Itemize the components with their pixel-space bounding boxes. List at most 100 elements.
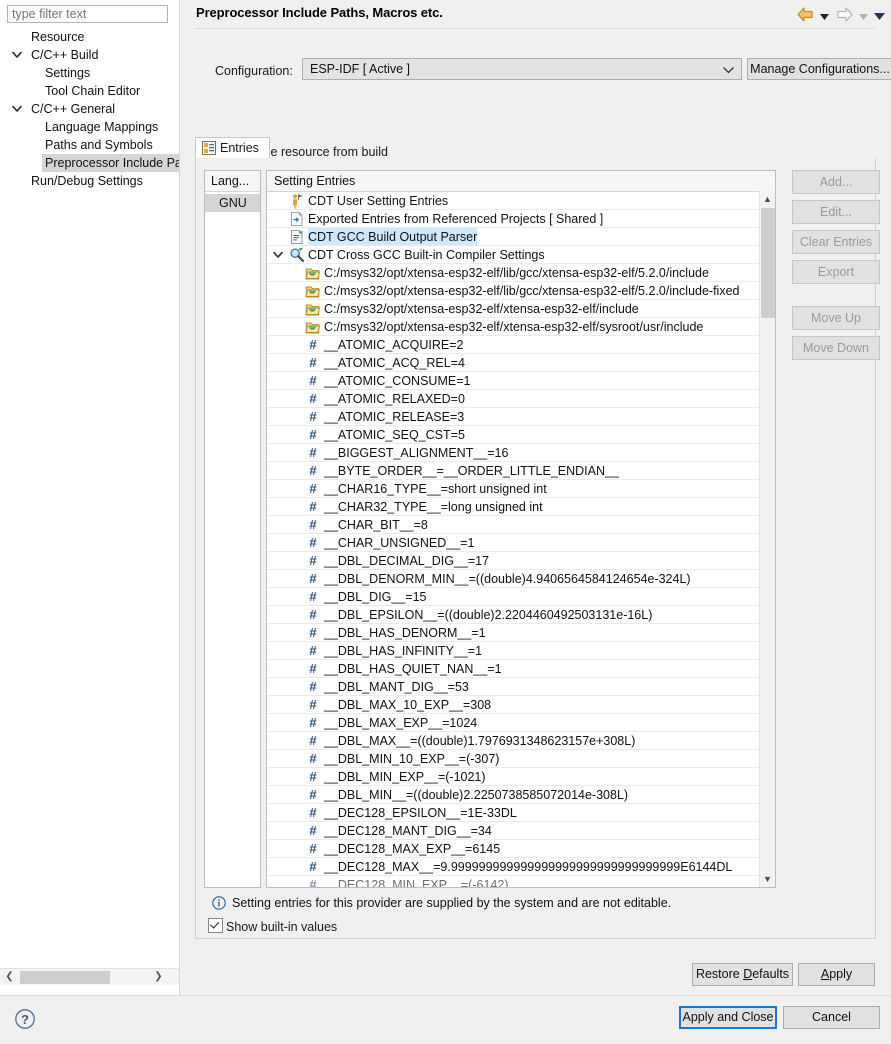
entry-row[interactable]: # __DBL_DENORM_MIN__=((double)4.940656458… xyxy=(267,570,775,588)
restore-defaults-button[interactable]: Restore Defaults xyxy=(692,963,793,986)
macro-icon: # xyxy=(309,535,317,550)
entry-row[interactable]: # __CHAR16_TYPE__=short unsigned int xyxy=(267,480,775,498)
sidebar-item-run-debug-settings[interactable]: Run/Debug Settings xyxy=(0,172,179,190)
tab-entries[interactable]: Entries xyxy=(195,137,270,159)
scroll-down-icon[interactable]: ▼ xyxy=(760,871,775,887)
entry-row[interactable]: # __DBL_MAX_10_EXP__=308 xyxy=(267,696,775,714)
sidebar-item-paths-and-symbols[interactable]: Paths and Symbols xyxy=(0,136,179,154)
help-icon[interactable]: ? xyxy=(14,1008,36,1033)
entry-row[interactable]: # __ATOMIC_RELAXED=0 xyxy=(267,390,775,408)
entry-row[interactable]: # __BIGGEST_ALIGNMENT__=16 xyxy=(267,444,775,462)
exported-entries-icon xyxy=(289,211,305,227)
entry-row[interactable]: # __DBL_MIN_EXP__=(-1021) xyxy=(267,768,775,786)
manage-configurations-button[interactable]: Manage Configurations... xyxy=(747,58,891,80)
forward-arrow-icon xyxy=(836,7,853,25)
macro-icon: # xyxy=(309,877,317,888)
entry-label: __CHAR_UNSIGNED__=1 xyxy=(324,536,475,550)
sidebar-item-preprocessor-include-pat[interactable]: Preprocessor Include Pat xyxy=(0,154,179,172)
entry-row[interactable]: # __DBL_HAS_DENORM__=1 xyxy=(267,624,775,642)
entry-row[interactable]: # __ATOMIC_RELEASE=3 xyxy=(267,408,775,426)
configuration-select[interactable]: ESP-IDF [ Active ] xyxy=(302,58,742,80)
sidebar-item-c-c-general[interactable]: C/C++ General xyxy=(0,100,179,118)
entry-row[interactable]: # __CHAR_UNSIGNED__=1 xyxy=(267,534,775,552)
entry-row[interactable]: C:/msys32/opt/xtensa-esp32-elf/xtensa-es… xyxy=(267,300,775,318)
macro-icon: # xyxy=(309,769,317,784)
entry-row[interactable]: # __DEC128_MAX_EXP__=6145 xyxy=(267,840,775,858)
entry-row[interactable]: Exported Entries from Referenced Project… xyxy=(267,210,775,228)
apply-button[interactable]: Apply xyxy=(798,963,875,986)
scroll-right-icon[interactable]: ❯ xyxy=(150,969,167,985)
entry-row[interactable]: CDT Cross GCC Built-in Compiler Settings xyxy=(267,246,775,264)
entry-label: __DBL_MAX_10_EXP__=308 xyxy=(324,698,492,712)
apply-post: pply xyxy=(829,967,853,981)
chevron-down-icon[interactable] xyxy=(273,246,285,263)
sidebar-item-c-c-build[interactable]: C/C++ Build xyxy=(0,46,179,64)
entry-row[interactable]: # __CHAR_BIT__=8 xyxy=(267,516,775,534)
include-folder-icon xyxy=(305,265,321,281)
entry-row[interactable]: # __DBL_MIN__=((double)2.2250738585072014… xyxy=(267,786,775,804)
entry-label: __CHAR32_TYPE__=long unsigned int xyxy=(324,500,543,514)
entry-row[interactable]: # __DBL_HAS_QUIET_NAN__=1 xyxy=(267,660,775,678)
entry-row[interactable]: # __ATOMIC_ACQUIRE=2 xyxy=(267,336,775,354)
back-history-chevron-down-icon[interactable] xyxy=(818,9,831,23)
entry-row[interactable]: # __DEC128_MANT_DIG__=34 xyxy=(267,822,775,840)
entry-row[interactable]: C:/msys32/opt/xtensa-esp32-elf/lib/gcc/x… xyxy=(267,264,775,282)
entry-row[interactable]: # __DBL_MIN_10_EXP__=(-307) xyxy=(267,750,775,768)
entry-row[interactable]: # __ATOMIC_CONSUME=1 xyxy=(267,372,775,390)
view-menu-chevron-down-icon[interactable] xyxy=(873,9,886,23)
entry-row[interactable]: # __DEC128_MIN_EXP__=(-6142) xyxy=(267,876,775,888)
entry-row[interactable]: # __ATOMIC_ACQ_REL=4 xyxy=(267,354,775,372)
entry-label: __ATOMIC_RELEASE=3 xyxy=(324,410,465,424)
checkbox-box[interactable] xyxy=(208,918,223,933)
show-builtin-values-checkbox[interactable]: Show built-in values xyxy=(208,918,337,934)
sidebar-item-label: C/C++ Build xyxy=(31,48,99,62)
cancel-button[interactable]: Cancel xyxy=(783,1006,880,1029)
entry-row[interactable]: # __DBL_HAS_INFINITY__=1 xyxy=(267,642,775,660)
sidebar-item-resource[interactable]: Resource xyxy=(0,28,179,46)
entry-row[interactable]: C:/msys32/opt/xtensa-esp32-elf/xtensa-es… xyxy=(267,318,775,336)
entry-row[interactable]: # __DBL_DIG__=15 xyxy=(267,588,775,606)
apply-and-close-button[interactable]: Apply and Close xyxy=(679,1006,777,1029)
entry-row[interactable]: # __DEC128_MAX__=9.9999999999999999999999… xyxy=(267,858,775,876)
scrollbar-thumb[interactable] xyxy=(761,208,775,318)
entry-label: __DBL_MIN_10_EXP__=(-307) xyxy=(324,752,500,766)
entry-row[interactable]: # __DBL_MANT_DIG__=53 xyxy=(267,678,775,696)
sidebar-horizontal-scrollbar[interactable]: ❮ ❯ xyxy=(0,968,179,985)
sidebar-item-label: Preprocessor Include Pat xyxy=(42,154,179,172)
entry-row[interactable]: # __DBL_MAX_EXP__=1024 xyxy=(267,714,775,732)
sidebar-item-tool-chain-editor[interactable]: Tool Chain Editor xyxy=(0,82,179,100)
dialog-footer: ? Apply and Close Cancel xyxy=(0,996,891,1044)
chevron-down-icon[interactable] xyxy=(12,100,24,118)
macro-icon: # xyxy=(309,679,317,694)
entry-row[interactable]: # __ATOMIC_SEQ_CST=5 xyxy=(267,426,775,444)
entry-row[interactable]: # __CHAR32_TYPE__=long unsigned int xyxy=(267,498,775,516)
macro-icon: # xyxy=(309,337,317,352)
macro-icon: # xyxy=(309,607,317,622)
entry-row[interactable]: # __DBL_EPSILON__=((double)2.220446049250… xyxy=(267,606,775,624)
language-item-gnu[interactable]: GNU xyxy=(205,194,260,212)
filter-input[interactable] xyxy=(7,5,168,23)
entries-vertical-scrollbar[interactable]: ▲ ▼ xyxy=(759,191,775,887)
macro-icon: # xyxy=(309,823,317,838)
entry-row[interactable]: CDT User Setting Entries xyxy=(267,192,775,210)
entry-row[interactable]: # __DEC128_EPSILON__=1E-33DL xyxy=(267,804,775,822)
scroll-left-icon[interactable]: ❮ xyxy=(1,969,18,985)
entry-row[interactable]: # __DBL_DECIMAL_DIG__=17 xyxy=(267,552,775,570)
entry-label: __DBL_HAS_INFINITY__=1 xyxy=(324,644,483,658)
sidebar-item-language-mappings[interactable]: Language Mappings xyxy=(0,118,179,136)
back-arrow-icon[interactable] xyxy=(797,7,814,25)
include-folder-icon xyxy=(305,301,321,317)
entry-row[interactable]: # __BYTE_ORDER__=__ORDER_LITTLE_ENDIAN__ xyxy=(267,462,775,480)
scroll-up-icon[interactable]: ▲ xyxy=(760,191,775,207)
sidebar-item-settings[interactable]: Settings xyxy=(0,64,179,82)
macro-icon: # xyxy=(309,589,317,604)
macro-icon: # xyxy=(309,517,317,532)
scrollbar-thumb[interactable] xyxy=(20,971,110,984)
title-separator xyxy=(195,28,875,29)
entry-row[interactable]: C:/msys32/opt/xtensa-esp32-elf/lib/gcc/x… xyxy=(267,282,775,300)
chevron-down-icon[interactable] xyxy=(12,46,24,64)
entry-row[interactable]: CDT GCC Build Output Parser xyxy=(267,228,775,246)
compiler-settings-icon xyxy=(289,247,305,263)
entry-label: CDT GCC Build Output Parser xyxy=(308,228,478,245)
entry-row[interactable]: # __DBL_MAX__=((double)1.7976931348623157… xyxy=(267,732,775,750)
